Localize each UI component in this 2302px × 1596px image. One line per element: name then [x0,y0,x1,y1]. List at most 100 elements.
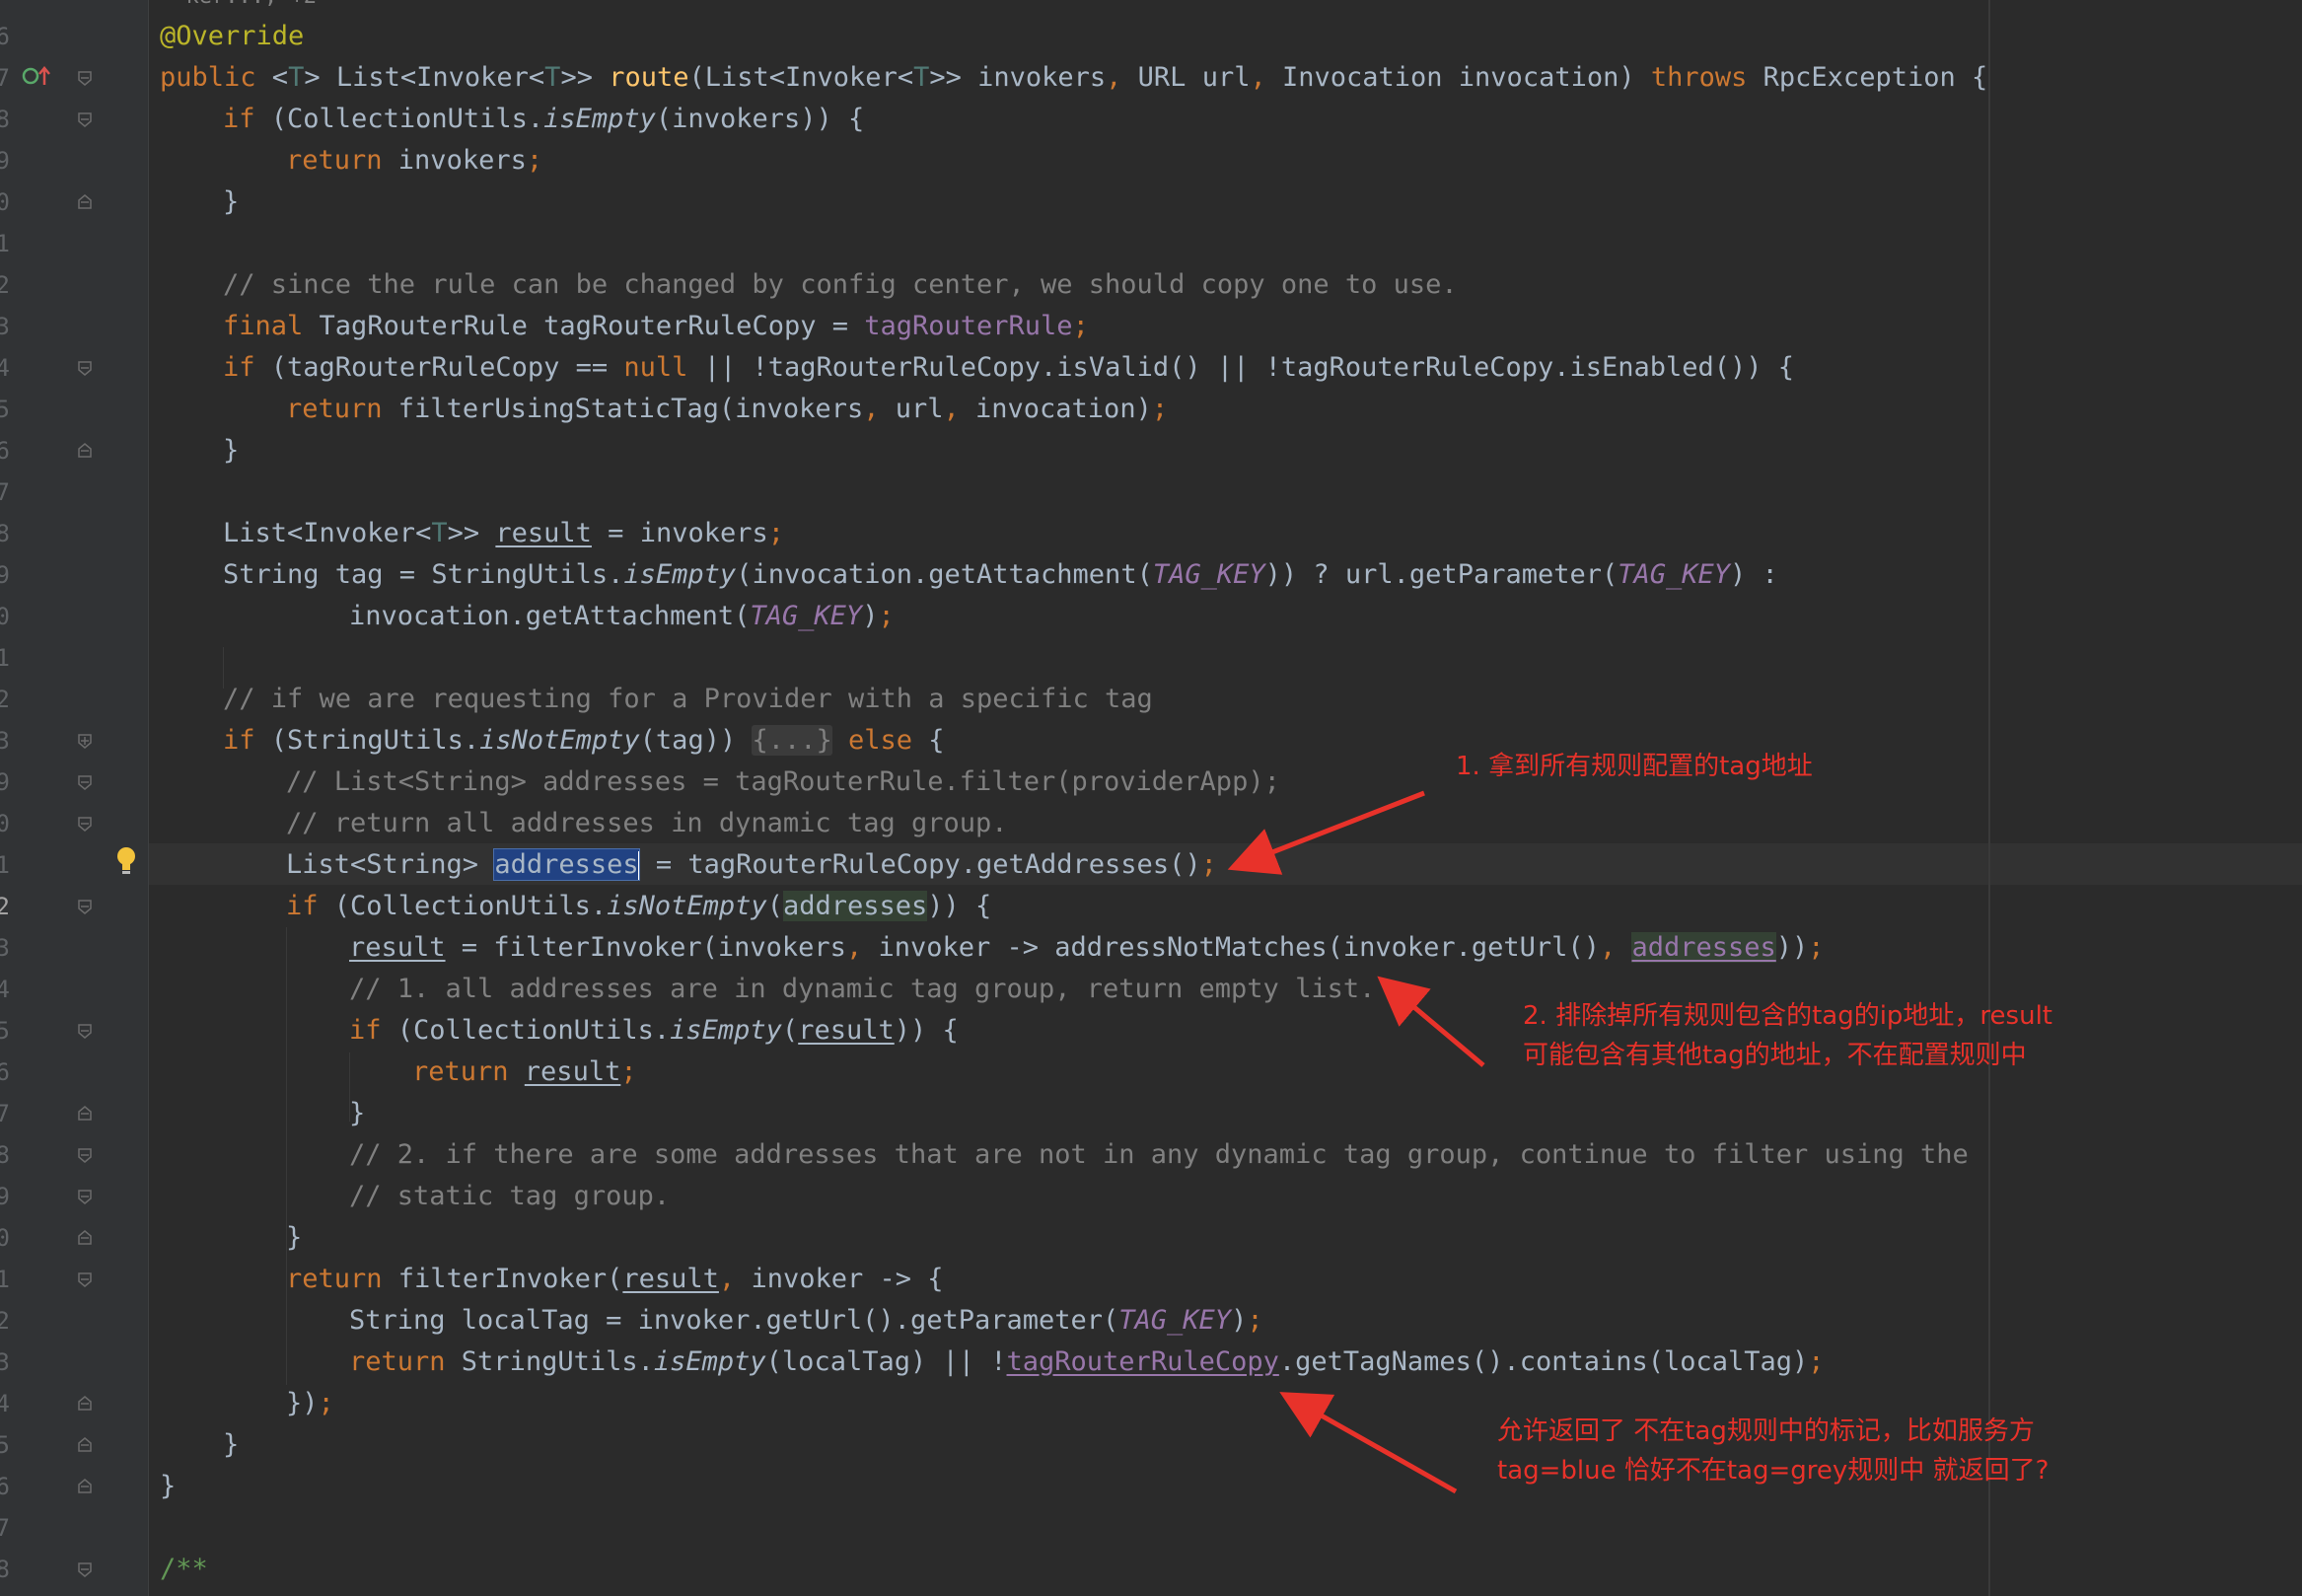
code-token: = filterInvoker(invokers [445,932,846,963]
fold-marker-icon[interactable] [77,1271,93,1287]
fold-marker-icon[interactable] [77,733,93,749]
fold-marker-icon[interactable] [77,1230,93,1246]
code-token: return [286,394,398,424]
fold-marker-icon[interactable] [77,360,93,376]
annotation-note-2-line-2: 可能包含有其他tag的地址，不在配置规则中 [1523,1041,2027,1070]
fold-marker-icon[interactable] [77,1561,93,1577]
fold-marker-icon[interactable] [77,194,93,210]
fold-marker-icon[interactable] [77,111,93,127]
code-token: tagRouterRule [864,311,1073,341]
line-number: 1 [0,851,10,879]
code-token: , [1106,62,1138,93]
override-method-icon[interactable] [20,63,53,93]
code-line[interactable]: } [223,430,239,472]
code-line[interactable]: } [223,181,239,223]
code-line[interactable]: if (CollectionUtils.isNotEmpty(addresses… [286,886,991,927]
code-line[interactable]: String tag = StringUtils.isEmpty(invocat… [223,554,1778,596]
code-token: } [223,435,240,466]
code-token: , [943,394,976,424]
line-number: 7 [0,64,10,92]
line-number: 2 [0,271,10,299]
line-number: 6 [0,437,10,465]
code-token: ; [1200,849,1217,880]
annotation-note-3-line-1: 允许返回了 不在tag规则中的标记，比如服务方 [1497,1416,2035,1446]
fold-marker-icon[interactable] [77,816,93,832]
line-number: 9 [0,561,10,589]
code-token: List<String> [286,849,495,880]
code-line[interactable]: result = filterInvoker(invokers, invoker… [349,927,1825,969]
code-line[interactable]: return filterInvoker(result, invoker -> … [286,1259,944,1300]
fold-marker-icon[interactable] [77,1023,93,1039]
code-comment[interactable]: // 1. all addresses are in dynamic tag g… [349,969,1375,1010]
code-token: T [544,62,561,93]
code-line[interactable]: if (tagRouterRuleCopy == null || !tagRou… [223,347,1794,389]
fold-marker-icon[interactable] [77,1106,93,1122]
code-token: url [895,394,944,424]
code-token: tagRouterRuleCopy [1006,1346,1279,1377]
code-token: } [349,1098,366,1128]
editor-gutter[interactable] [0,0,148,1596]
fold-marker-icon[interactable] [77,443,93,459]
code-token: = tagRouterRuleCopy.getAddresses() [639,849,1201,880]
code-line[interactable]: } [160,1466,176,1507]
line-number: 7 [0,1514,10,1542]
fold-marker-icon[interactable] [77,1479,93,1494]
line-number: 3 [0,313,10,340]
code-token: isEmpty [653,1346,766,1377]
code-token: ; [1808,1346,1825,1377]
line-number: 2 [0,686,10,713]
code-token: ; [878,601,895,631]
folded-code-placeholder[interactable]: {...} [752,725,832,756]
code-line[interactable]: return StringUtils.isEmpty(localTag) || … [349,1342,1825,1383]
arrow-to-tag-names [1279,1392,1458,1494]
code-line[interactable]: }); [286,1383,334,1424]
indent-guide [286,927,287,1385]
code-comment[interactable]: // if we are requesting for a Provider w… [223,679,1153,720]
code-line-current[interactable]: List<String> addresses = tagRouterRuleCo… [286,844,1217,886]
code-token: (CollectionUtils. [270,104,544,134]
code-editor[interactable]: 67890123456789012390123456789012345678 —… [0,0,2302,1596]
code-comment[interactable]: // return all addresses in dynamic tag g… [286,803,1008,844]
selected-identifier[interactable]: addresses [493,848,640,881]
code-token: TagRouterRule tagRouterRuleCopy = [319,311,865,341]
code-line[interactable]: return invokers; [286,140,542,181]
code-token: URL url [1137,62,1251,93]
code-token: result [798,1015,895,1046]
code-line[interactable]: } [349,1093,365,1134]
fold-marker-icon[interactable] [77,1147,93,1163]
code-line[interactable]: return result; [412,1052,637,1093]
fold-marker-icon[interactable] [77,899,93,914]
fold-marker-icon[interactable] [77,774,93,790]
code-comment[interactable]: // static tag group. [349,1176,670,1217]
line-number: 4 [0,1390,10,1417]
fold-marker-icon[interactable] [77,1437,93,1453]
code-line[interactable]: final TagRouterRule tagRouterRuleCopy = … [223,306,1089,347]
fold-marker-icon[interactable] [77,1189,93,1204]
intention-bulb-icon[interactable] [114,844,138,882]
code-comment[interactable]: // List<String> addresses = tagRouterRul… [286,762,1280,803]
code-line[interactable]: return filterUsingStaticTag(invokers, ur… [286,389,1168,430]
code-line[interactable]: } [223,1424,239,1466]
code-line[interactable]: } [286,1217,302,1259]
javadoc-start[interactable]: /** [160,1549,208,1590]
code-line[interactable]: @Override [160,16,304,57]
fold-marker-icon[interactable] [77,1396,93,1412]
code-token: invokers [397,145,527,176]
code-token: } [223,1429,240,1460]
code-line[interactable]: List<Invoker<T>> result = invokers; [223,513,784,554]
code-comment[interactable]: // 2. if there are some addresses that a… [349,1134,1969,1176]
code-line[interactable]: invocation.getAttachment(TAG_KEY); [349,596,895,637]
code-comment[interactable]: // since the rule can be changed by conf… [223,264,1458,306]
code-token: return [412,1056,525,1087]
code-token: { [928,725,945,756]
code-line[interactable]: if (CollectionUtils.isEmpty(result)) { [349,1010,959,1052]
annotation-note-2-line-1: 2. 排除掉所有规则包含的tag的ip地址，result [1523,1001,2052,1031]
code-token: isNotEmpty [607,891,767,921]
code-line[interactable]: String localTag = invoker.getUrl().getPa… [349,1300,1263,1342]
code-line[interactable]: if (CollectionUtils.isEmpty(invokers)) { [223,99,864,140]
code-line[interactable]: public <T> List<Invoker<T>> route(List<I… [160,57,1987,99]
line-number: 3 [0,934,10,962]
code-token: )) { [894,1015,959,1046]
fold-marker-icon[interactable] [77,70,93,86]
code-line[interactable]: if (StringUtils.isNotEmpty(tag)) {...} e… [223,720,945,762]
